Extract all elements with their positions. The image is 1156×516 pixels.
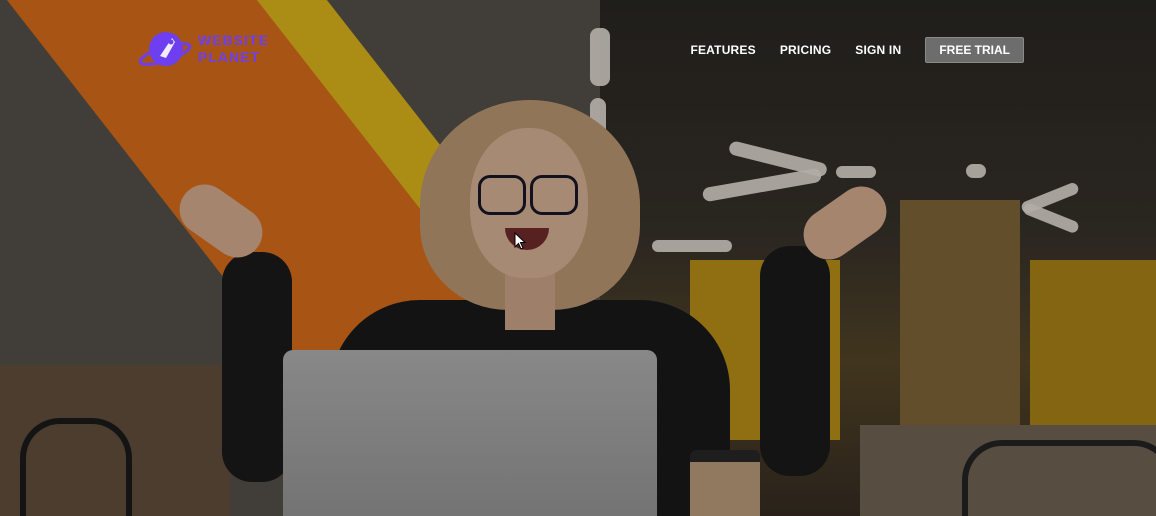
brand-line-2: PLANET (198, 49, 260, 65)
brand-name: WEBSITE PLANET (198, 32, 269, 66)
nav-features-link[interactable]: FEATURES (690, 43, 755, 57)
hero-background (0, 0, 1156, 516)
hero-overlay (0, 0, 1156, 516)
nav-sign-in-link[interactable]: SIGN IN (855, 43, 901, 57)
brand-logo[interactable]: WEBSITE PLANET (138, 28, 269, 70)
brand-line-1: WEBSITE (198, 32, 269, 48)
nav-pricing-link[interactable]: PRICING (780, 43, 831, 57)
planet-rocket-icon (138, 28, 192, 70)
mouse-cursor-icon (514, 232, 527, 250)
top-navigation: FEATURES PRICING SIGN IN FREE TRIAL (666, 37, 1024, 63)
free-trial-button[interactable]: FREE TRIAL (925, 37, 1024, 63)
